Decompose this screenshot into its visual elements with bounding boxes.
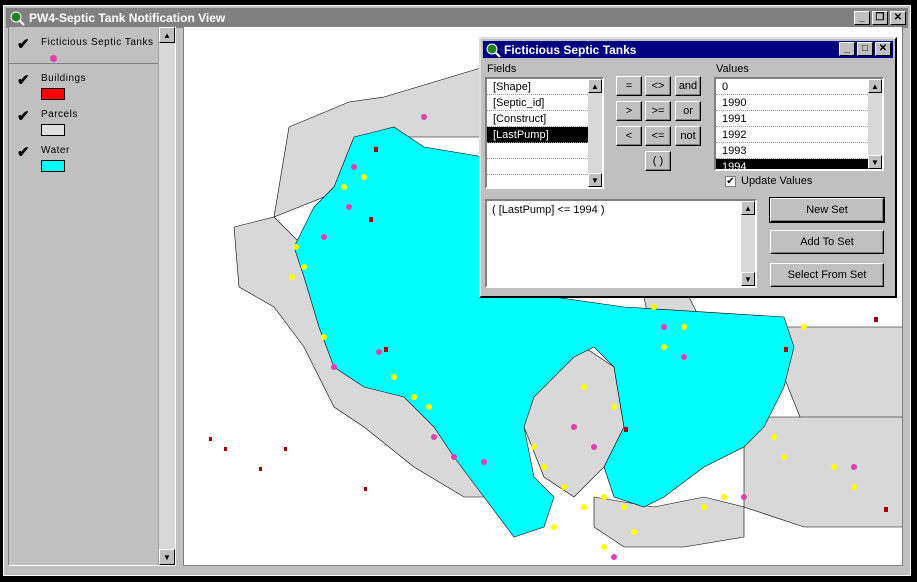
op-and-button[interactable]: and bbox=[675, 76, 701, 96]
op-parentheses-button[interactable]: ( ) bbox=[645, 151, 671, 171]
query-magnifier-icon bbox=[486, 43, 501, 58]
minimize-icon: _ bbox=[859, 12, 865, 23]
arrow-down-icon: ▼ bbox=[163, 552, 171, 562]
op-greater-equal-button[interactable]: >= bbox=[645, 101, 671, 121]
visibility-checkbox-icon[interactable]: ✔ bbox=[17, 107, 30, 125]
layer-name: Parcels bbox=[41, 109, 78, 120]
window-title: PW4-Septic Tank Notification View bbox=[29, 11, 226, 25]
value-item[interactable]: 1990 bbox=[716, 95, 882, 111]
values-list[interactable]: 0 1990 1991 1992 1993 1994 ▲ ▼ bbox=[714, 77, 884, 171]
scroll-up-button[interactable]: ▲ bbox=[159, 27, 175, 43]
op-not-button[interactable]: not bbox=[675, 126, 701, 146]
scroll-down-button[interactable]: ▼ bbox=[588, 173, 602, 187]
field-item[interactable]: [Septic_id] bbox=[487, 95, 602, 111]
field-item[interactable]: [Construct] bbox=[487, 111, 602, 127]
update-values-label: Update Values bbox=[741, 175, 813, 187]
scroll-up-button[interactable]: ▲ bbox=[741, 201, 755, 215]
value-item[interactable]: 1993 bbox=[716, 143, 882, 159]
layer-name: Ficticious Septic Tanks bbox=[41, 37, 154, 48]
toc-scrollbar[interactable]: ▲ ▼ bbox=[158, 27, 175, 565]
select-from-set-button[interactable]: Select From Set bbox=[770, 263, 884, 287]
arrow-up-icon: ▲ bbox=[744, 203, 752, 213]
values-scrollbar[interactable]: ▲ ▼ bbox=[868, 79, 882, 169]
scroll-up-button[interactable]: ▲ bbox=[588, 79, 602, 93]
arrow-up-icon: ▲ bbox=[871, 81, 879, 91]
visibility-checkbox-icon[interactable]: ✔ bbox=[17, 143, 30, 161]
fields-scrollbar[interactable]: ▲ ▼ bbox=[588, 79, 602, 187]
field-item-selected[interactable]: [LastPump] bbox=[487, 127, 602, 143]
close-button[interactable]: ✕ bbox=[890, 11, 906, 25]
arrow-up-icon: ▲ bbox=[591, 81, 599, 91]
expression-textarea[interactable]: ( [LastPump] <= 1994 ) ▲ ▼ bbox=[485, 199, 757, 288]
expression-scrollbar[interactable]: ▲ ▼ bbox=[741, 201, 755, 286]
dialog-minimize-button[interactable]: _ bbox=[839, 42, 855, 56]
dialog-maximize-button[interactable]: □ bbox=[857, 42, 873, 56]
arrow-down-icon: ▼ bbox=[744, 274, 752, 284]
minimize-button[interactable]: _ bbox=[854, 11, 870, 25]
layer-name: Water bbox=[41, 145, 70, 156]
arrow-down-icon: ▼ bbox=[871, 157, 879, 167]
arrow-down-icon: ▼ bbox=[591, 175, 599, 185]
dialog-titlebar[interactable]: Ficticious Septic Tanks _ □ ✕ bbox=[483, 41, 893, 58]
visibility-checkbox-icon[interactable]: ✔ bbox=[17, 35, 30, 53]
maximize-icon: □ bbox=[861, 43, 869, 54]
scroll-down-button[interactable]: ▼ bbox=[741, 272, 755, 286]
value-item[interactable]: 0 bbox=[716, 79, 882, 95]
new-set-button[interactable]: New Set bbox=[769, 197, 885, 223]
fill-symbol bbox=[41, 124, 65, 136]
restore-icon: ❐ bbox=[875, 12, 885, 23]
layer-name: Buildings bbox=[41, 73, 87, 84]
fields-list[interactable]: [Shape] [Septic_id] [Construct] [LastPum… bbox=[485, 77, 604, 189]
op-equal-button[interactable]: = bbox=[616, 76, 642, 96]
fill-symbol bbox=[41, 88, 65, 100]
field-item[interactable] bbox=[487, 159, 602, 175]
window-titlebar[interactable]: PW4-Septic Tank Notification View _ ❐ ✕ bbox=[6, 8, 908, 28]
op-greater-button[interactable]: > bbox=[616, 101, 642, 121]
table-of-contents: ✔ Ficticious Septic Tanks ✔ Buildings ✔ … bbox=[8, 26, 176, 566]
field-item[interactable] bbox=[487, 143, 602, 159]
close-icon: ✕ bbox=[893, 12, 903, 23]
minimize-icon: _ bbox=[844, 43, 850, 54]
update-values-checkbox[interactable]: ✔ bbox=[725, 176, 736, 187]
value-item[interactable]: 1991 bbox=[716, 111, 882, 127]
close-icon: ✕ bbox=[878, 43, 888, 54]
op-not-equal-button[interactable]: <> bbox=[645, 76, 671, 96]
expression-text: ( [LastPump] <= 1994 ) bbox=[492, 204, 605, 216]
op-less-equal-button[interactable]: <= bbox=[645, 126, 671, 146]
scroll-down-button[interactable]: ▼ bbox=[868, 155, 882, 169]
op-or-button[interactable]: or bbox=[675, 101, 701, 121]
op-less-button[interactable]: < bbox=[616, 126, 642, 146]
values-label: Values bbox=[716, 63, 749, 75]
arcview-globe-icon bbox=[10, 11, 25, 26]
fill-symbol bbox=[41, 160, 65, 172]
point-symbol bbox=[50, 55, 57, 62]
checkmark-icon: ✔ bbox=[726, 176, 735, 187]
fields-label: Fields bbox=[487, 63, 517, 75]
field-item[interactable]: [Shape] bbox=[487, 79, 602, 95]
scroll-up-button[interactable]: ▲ bbox=[868, 79, 882, 93]
value-item[interactable]: 1992 bbox=[716, 127, 882, 143]
dialog-title: Ficticious Septic Tanks bbox=[504, 42, 637, 57]
value-item-selected[interactable]: 1994 bbox=[716, 159, 882, 169]
add-to-set-button[interactable]: Add To Set bbox=[770, 230, 884, 254]
visibility-checkbox-icon[interactable]: ✔ bbox=[17, 71, 30, 89]
restore-button[interactable]: ❐ bbox=[872, 11, 888, 25]
dialog-close-button[interactable]: ✕ bbox=[875, 42, 891, 56]
arrow-up-icon: ▲ bbox=[163, 30, 171, 40]
scroll-down-button[interactable]: ▼ bbox=[159, 549, 175, 565]
